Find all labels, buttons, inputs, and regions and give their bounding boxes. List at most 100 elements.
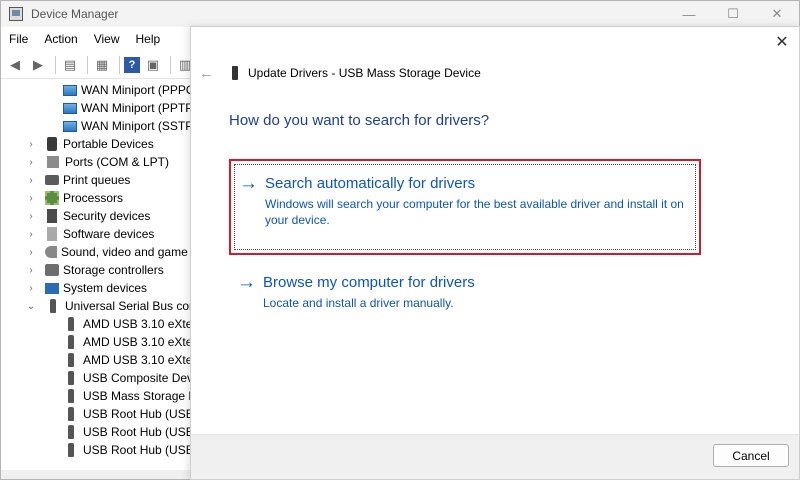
- chevron-down-icon[interactable]: ⌄: [25, 301, 37, 312]
- horizontal-scrollbar[interactable]: [1, 470, 193, 479]
- show-hide-console-tree-icon[interactable]: ▤: [60, 55, 80, 75]
- storage-controller-icon: [45, 264, 59, 276]
- processor-icon: [45, 191, 59, 205]
- software-device-icon: [47, 227, 57, 241]
- usb-icon: [68, 317, 74, 331]
- action-pane-icon[interactable]: ▣: [143, 55, 163, 75]
- title-bar[interactable]: Device Manager — ☐ ✕: [1, 1, 799, 27]
- browse-computer-option[interactable]: → Browse my computer for drivers Locate …: [229, 273, 701, 311]
- tree-item-label: Ports (COM & LPT): [65, 155, 170, 169]
- network-adapter-icon: [63, 120, 77, 132]
- maximize-button[interactable]: ☐: [711, 1, 755, 27]
- tree-item[interactable]: › Storage controllers: [25, 261, 164, 279]
- dialog-title: Update Drivers - USB Mass Storage Device: [248, 66, 481, 80]
- window-title: Device Manager: [31, 7, 119, 21]
- forward-arrow-icon[interactable]: ▶: [28, 55, 48, 75]
- usb-device-icon: [232, 66, 238, 80]
- tree-item[interactable]: › Processors: [25, 189, 123, 207]
- usb-icon: [68, 443, 74, 457]
- printer-icon: [45, 175, 59, 185]
- tree-item-label: Software devices: [63, 227, 155, 241]
- tree-item-label: USB Mass Storage De: [83, 389, 193, 403]
- window-controls: — ☐ ✕: [667, 1, 799, 27]
- tree-item-label: Storage controllers: [63, 263, 164, 277]
- dialog-question: How do you want to search for drivers?: [229, 112, 490, 129]
- tree-item[interactable]: WAN Miniport (SSTP: [63, 117, 193, 135]
- update-drivers-dialog: ✕ ← Update Drivers - USB Mass Storage De…: [190, 26, 800, 480]
- dialog-close-icon[interactable]: ✕: [771, 31, 793, 53]
- tree-item-label: USB Root Hub (USB: [83, 425, 193, 439]
- tree-item-label: System devices: [63, 281, 148, 295]
- focus-outline: → Search automatically for drivers Windo…: [234, 164, 696, 250]
- tree-item-label: Print queues: [63, 173, 131, 187]
- menu-view[interactable]: View: [86, 32, 128, 46]
- menu-file[interactable]: File: [1, 32, 36, 46]
- tree-item[interactable]: › Portable Devices: [25, 135, 154, 153]
- network-adapter-icon: [63, 84, 77, 96]
- minimize-button[interactable]: —: [667, 1, 711, 27]
- tree-item[interactable]: USB Root Hub (USB: [63, 423, 193, 441]
- close-window-button[interactable]: ✕: [755, 1, 799, 27]
- chevron-right-icon[interactable]: ›: [25, 157, 37, 168]
- chevron-right-icon[interactable]: ›: [25, 283, 37, 294]
- properties-icon[interactable]: ▦: [92, 55, 112, 75]
- port-icon: [47, 156, 59, 168]
- tree-item[interactable]: ⌄ Universal Serial Bus cont: [25, 297, 193, 315]
- tree-item[interactable]: › System devices: [25, 279, 147, 297]
- option-description: Locate and install a driver manually.: [263, 296, 454, 310]
- tree-item[interactable]: AMD USB 3.10 eXten: [63, 351, 193, 369]
- usb-icon: [50, 299, 56, 313]
- cancel-button[interactable]: Cancel: [713, 444, 789, 467]
- tree-item-label: USB Root Hub (USB: [83, 443, 193, 457]
- back-arrow-icon[interactable]: ◀: [5, 55, 25, 75]
- tree-item[interactable]: USB Root Hub (USB: [63, 405, 193, 423]
- tree-item-label: AMD USB 3.10 eXten: [83, 353, 193, 367]
- menu-help[interactable]: Help: [128, 32, 169, 46]
- tree-item-label: WAN Miniport (PPPO: [81, 83, 193, 97]
- menu-action[interactable]: Action: [36, 32, 85, 46]
- tree-item-label: USB Composite Devi: [83, 371, 193, 385]
- chevron-right-icon[interactable]: ›: [25, 193, 37, 204]
- tree-item[interactable]: › Ports (COM & LPT): [25, 153, 169, 171]
- device-manager-icon: [9, 7, 23, 21]
- portable-device-icon: [47, 137, 57, 151]
- tree-item[interactable]: › Software devices: [25, 225, 154, 243]
- chevron-right-icon[interactable]: ›: [25, 139, 37, 150]
- usb-icon: [68, 371, 74, 385]
- tree-item[interactable]: AMD USB 3.10 eXten: [63, 315, 193, 333]
- tree-item[interactable]: › Sound, video and game: [25, 243, 188, 261]
- tree-item-label: Portable Devices: [63, 137, 154, 151]
- arrow-right-icon: →: [239, 173, 258, 194]
- tree-item[interactable]: WAN Miniport (PPPO: [63, 81, 193, 99]
- chevron-right-icon[interactable]: ›: [25, 265, 37, 276]
- back-arrow-icon[interactable]: ←: [199, 65, 214, 82]
- tree-item-label: AMD USB 3.10 eXten: [83, 335, 193, 349]
- tree-item[interactable]: AMD USB 3.10 eXten: [63, 333, 193, 351]
- tree-item[interactable]: USB Mass Storage De: [63, 387, 193, 405]
- device-tree: WAN Miniport (PPPO WAN Miniport (PPTP WAN …: [1, 81, 193, 471]
- tree-item-label: Universal Serial Bus cont: [65, 299, 193, 313]
- toolbar-separator: [55, 55, 56, 74]
- dialog-footer: Cancel: [191, 434, 799, 479]
- network-adapter-icon: [63, 102, 77, 114]
- search-automatically-option[interactable]: → Search automatically for drivers Windo…: [229, 159, 701, 255]
- usb-icon: [68, 353, 74, 367]
- tree-item[interactable]: WAN Miniport (PPTP: [63, 99, 193, 117]
- chevron-right-icon[interactable]: ›: [25, 229, 37, 240]
- help-icon[interactable]: ?: [124, 56, 140, 73]
- speaker-icon: [45, 246, 57, 258]
- toolbar-separator: [170, 55, 171, 74]
- tree-item[interactable]: USB Composite Devi: [63, 369, 193, 387]
- chevron-right-icon[interactable]: ›: [25, 211, 37, 222]
- system-device-icon: [45, 282, 59, 294]
- option-title: Browse my computer for drivers: [263, 274, 475, 291]
- usb-icon: [68, 407, 74, 421]
- usb-icon: [68, 389, 74, 403]
- tree-item-label: Sound, video and game: [61, 245, 188, 259]
- tree-item-label: WAN Miniport (SSTP: [81, 119, 193, 133]
- tree-item[interactable]: USB Root Hub (USB: [63, 441, 193, 459]
- chevron-right-icon[interactable]: ›: [25, 175, 37, 186]
- chevron-right-icon[interactable]: ›: [25, 247, 37, 258]
- tree-item[interactable]: › Security devices: [25, 207, 150, 225]
- tree-item[interactable]: › Print queues: [25, 171, 130, 189]
